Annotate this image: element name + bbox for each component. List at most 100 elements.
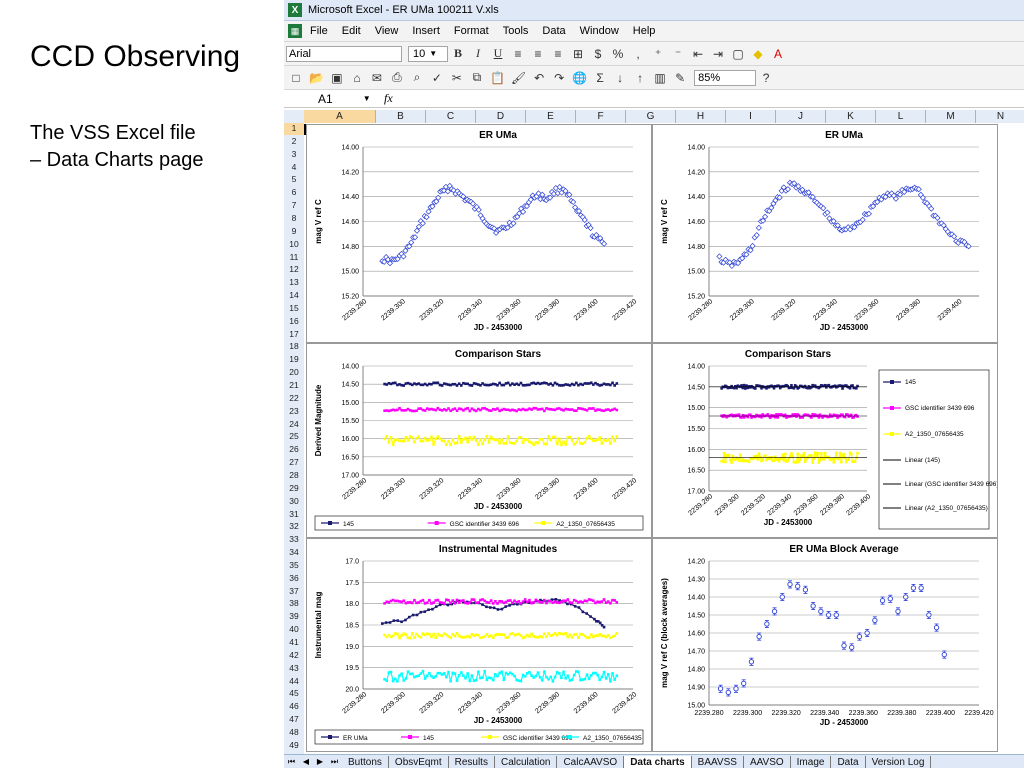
- workbook-icon[interactable]: ▦: [288, 24, 302, 38]
- row-header[interactable]: 8: [284, 213, 304, 225]
- chart-comparison-stars-2[interactable]: Comparison Stars 14.00 14.50 15.00 15.50 16.0…: [652, 343, 998, 538]
- column-header[interactable]: K: [826, 110, 876, 123]
- autosum-icon[interactable]: Σ: [593, 69, 607, 87]
- row-header[interactable]: 40: [284, 624, 304, 636]
- row-header[interactable]: 13: [284, 277, 304, 289]
- last-sheet-icon[interactable]: ⏭: [331, 757, 338, 767]
- sort-descending-icon[interactable]: ↑: [633, 69, 647, 87]
- sheet-tab[interactable]: BAAVSS: [692, 755, 744, 768]
- row-header[interactable]: 1: [284, 123, 304, 135]
- row-header[interactable]: 2: [284, 136, 304, 148]
- column-header[interactable]: D: [476, 110, 526, 123]
- column-header[interactable]: E: [526, 110, 576, 123]
- comma-style-icon[interactable]: ,: [631, 45, 645, 63]
- row-header[interactable]: 15: [284, 303, 304, 315]
- chart-instrumental-magnitudes[interactable]: Instrumental Magnitudes 17.0 17.5 18.0 18.5 1…: [306, 538, 652, 752]
- column-header[interactable]: N: [976, 110, 1024, 123]
- window-titlebar[interactable]: X Microsoft Excel - ER UMa 100211 V.xls: [284, 0, 1024, 21]
- hyperlink-icon[interactable]: 🌐: [572, 69, 587, 87]
- font-size-select[interactable]: 10 ▼: [408, 45, 448, 62]
- align-left-icon[interactable]: ≡: [511, 45, 525, 63]
- row-header[interactable]: 5: [284, 174, 304, 186]
- column-header[interactable]: C: [426, 110, 476, 123]
- menu-tools[interactable]: Tools: [503, 25, 529, 37]
- paste-icon[interactable]: 📋: [490, 69, 505, 87]
- row-header[interactable]: 23: [284, 406, 304, 418]
- row-header[interactable]: 46: [284, 701, 304, 713]
- open-folder-icon[interactable]: 📂: [309, 69, 324, 87]
- sheet-tab[interactable]: Calculation: [495, 755, 558, 768]
- copy-icon[interactable]: ⧉: [470, 69, 484, 87]
- row-header[interactable]: 41: [284, 637, 304, 649]
- cut-icon[interactable]: ✂: [450, 69, 464, 87]
- first-sheet-icon[interactable]: ⏮: [288, 757, 295, 767]
- spelling-icon[interactable]: ✓: [430, 69, 444, 87]
- bold-icon[interactable]: B: [451, 45, 465, 63]
- sheet-tab[interactable]: Data charts: [624, 755, 692, 768]
- menu-format[interactable]: Format: [454, 25, 489, 37]
- row-header[interactable]: 42: [284, 650, 304, 662]
- row-header[interactable]: 9: [284, 226, 304, 238]
- print-icon[interactable]: ⎙: [390, 69, 404, 87]
- decrease-decimal-icon[interactable]: ⁻: [671, 45, 685, 63]
- align-center-icon[interactable]: ≡: [531, 45, 545, 63]
- column-header[interactable]: B: [376, 110, 426, 123]
- merge-center-icon[interactable]: ⊞: [571, 45, 585, 63]
- column-header[interactable]: L: [876, 110, 926, 123]
- menu-file[interactable]: File: [310, 25, 328, 37]
- menu-view[interactable]: View: [375, 25, 399, 37]
- row-header[interactable]: 6: [284, 187, 304, 199]
- fill-color-icon[interactable]: ◆: [751, 45, 765, 63]
- menu-edit[interactable]: Edit: [342, 25, 361, 37]
- column-header[interactable]: A: [304, 110, 376, 123]
- row-header[interactable]: 34: [284, 547, 304, 559]
- help-icon[interactable]: ?: [759, 69, 773, 87]
- row-header[interactable]: 38: [284, 598, 304, 610]
- format-painter-icon[interactable]: 🖌: [511, 69, 526, 87]
- row-header[interactable]: 20: [284, 367, 304, 379]
- row-header[interactable]: 14: [284, 290, 304, 302]
- align-right-icon[interactable]: ≡: [551, 45, 565, 63]
- row-header[interactable]: 27: [284, 457, 304, 469]
- sheet-tab[interactable]: Data: [831, 755, 866, 768]
- row-header[interactable]: 26: [284, 444, 304, 456]
- underline-icon[interactable]: U: [491, 45, 505, 63]
- column-header[interactable]: H: [676, 110, 726, 123]
- row-header[interactable]: 12: [284, 264, 304, 276]
- font-name-select[interactable]: Arial: [286, 45, 402, 62]
- drawing-icon[interactable]: ✎: [673, 69, 687, 87]
- row-header[interactable]: 44: [284, 676, 304, 688]
- email-icon[interactable]: ✉: [370, 69, 384, 87]
- currency-icon[interactable]: $: [591, 45, 605, 63]
- column-header[interactable]: G: [626, 110, 676, 123]
- row-header[interactable]: 28: [284, 470, 304, 482]
- chart-wizard-icon[interactable]: ▥: [653, 69, 667, 87]
- row-header[interactable]: 22: [284, 393, 304, 405]
- sheet-tab[interactable]: ObsvEqmt: [389, 755, 449, 768]
- menu-insert[interactable]: Insert: [412, 25, 440, 37]
- row-header[interactable]: 31: [284, 509, 304, 521]
- decrease-indent-icon[interactable]: ⇤: [691, 45, 705, 63]
- column-header[interactable]: J: [776, 110, 826, 123]
- chart-er-uma-1[interactable]: ER UMa 14.00 14.20 14.40 14.60 14.80 15.00 15.2…: [306, 124, 652, 343]
- sheet-tab[interactable]: CalcAAVSO: [557, 755, 625, 768]
- row-header[interactable]: 11: [284, 252, 304, 264]
- row-header[interactable]: 45: [284, 688, 304, 700]
- row-header[interactable]: 3: [284, 149, 304, 161]
- row-header[interactable]: 24: [284, 419, 304, 431]
- function-icon[interactable]: fx: [384, 91, 393, 106]
- permission-icon[interactable]: ⌂: [350, 69, 364, 87]
- increase-decimal-icon[interactable]: ⁺: [651, 45, 665, 63]
- menu-window[interactable]: Window: [580, 25, 619, 37]
- row-header[interactable]: 30: [284, 496, 304, 508]
- row-header[interactable]: 17: [284, 329, 304, 341]
- prev-sheet-icon[interactable]: ◀: [303, 757, 309, 767]
- row-header[interactable]: 43: [284, 663, 304, 675]
- menu-data[interactable]: Data: [542, 25, 565, 37]
- font-color-icon[interactable]: A: [771, 45, 785, 63]
- row-header[interactable]: 48: [284, 727, 304, 739]
- row-header[interactable]: 4: [284, 162, 304, 174]
- row-header[interactable]: 21: [284, 380, 304, 392]
- sheet-tab[interactable]: Image: [791, 755, 832, 768]
- row-header[interactable]: 39: [284, 611, 304, 623]
